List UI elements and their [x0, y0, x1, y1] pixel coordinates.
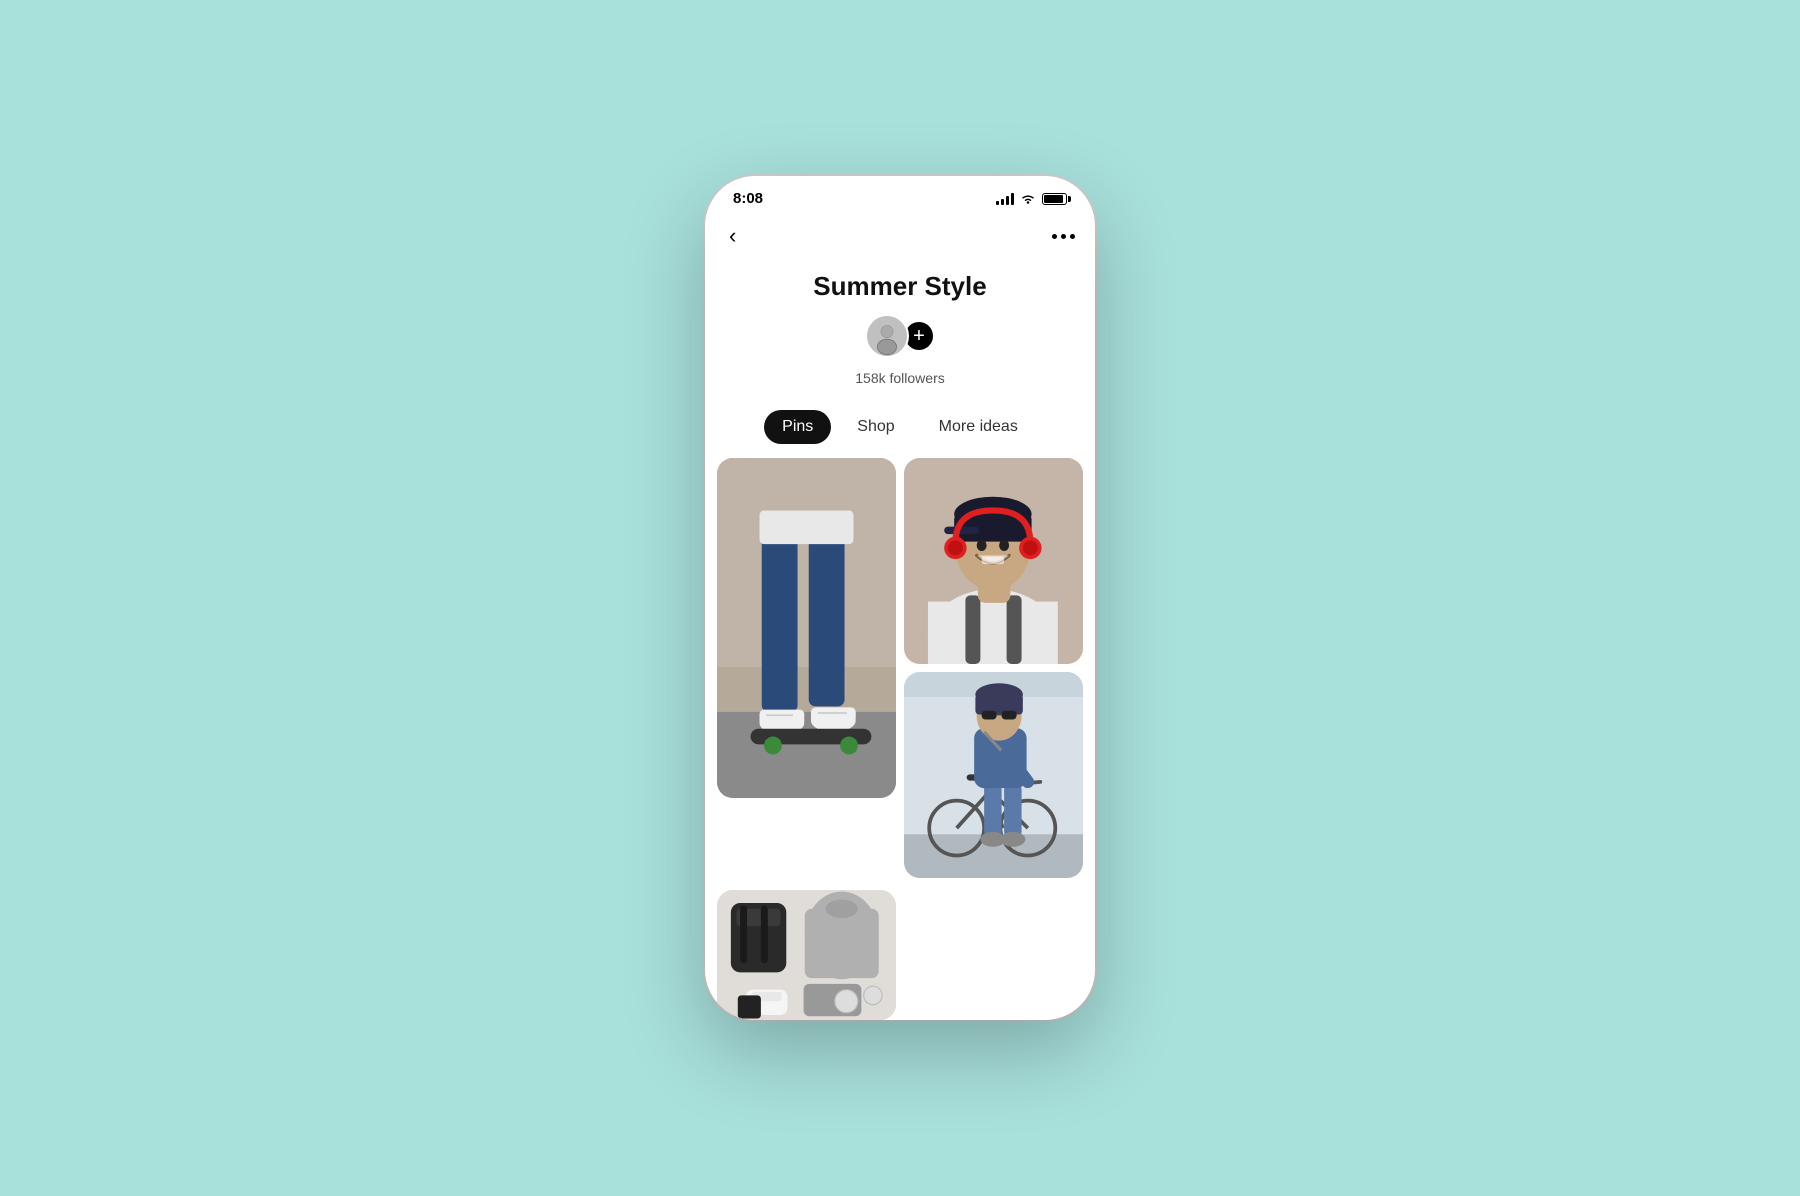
battery-icon — [1042, 193, 1067, 205]
pin-skater[interactable] — [717, 458, 896, 798]
skater-illustration — [717, 458, 896, 798]
signal-icon — [996, 193, 1014, 205]
pin-flatlay[interactable] — [717, 890, 896, 1020]
status-time: 8:08 — [733, 190, 763, 207]
followers-count: 158k followers — [855, 370, 945, 386]
nav-bar: ‹ — [705, 215, 1095, 261]
status-icons — [996, 193, 1067, 205]
tab-shop[interactable]: Shop — [839, 410, 912, 444]
phone-frame: 8:08 ‹ — [705, 176, 1095, 1020]
avatar[interactable] — [865, 314, 909, 358]
street-illustration — [904, 672, 1083, 878]
pin-street[interactable] — [904, 672, 1083, 878]
status-bar: 8:08 — [705, 176, 1095, 215]
board-title: Summer Style — [813, 271, 986, 302]
headphones-illustration — [904, 458, 1083, 664]
tab-bar: Pins Shop More ideas — [705, 402, 1095, 458]
back-button[interactable]: ‹ — [725, 219, 740, 253]
avatar-image — [867, 316, 907, 356]
tab-more-ideas[interactable]: More ideas — [921, 410, 1036, 444]
more-options-button[interactable] — [1052, 234, 1075, 239]
board-creator: + — [865, 314, 935, 358]
pin-headphones[interactable] — [904, 458, 1083, 664]
board-header: Summer Style + 158k followers — [705, 261, 1095, 402]
wifi-icon — [1020, 193, 1036, 205]
flatlay-illustration — [717, 890, 896, 1020]
tab-pins[interactable]: Pins — [764, 410, 831, 444]
